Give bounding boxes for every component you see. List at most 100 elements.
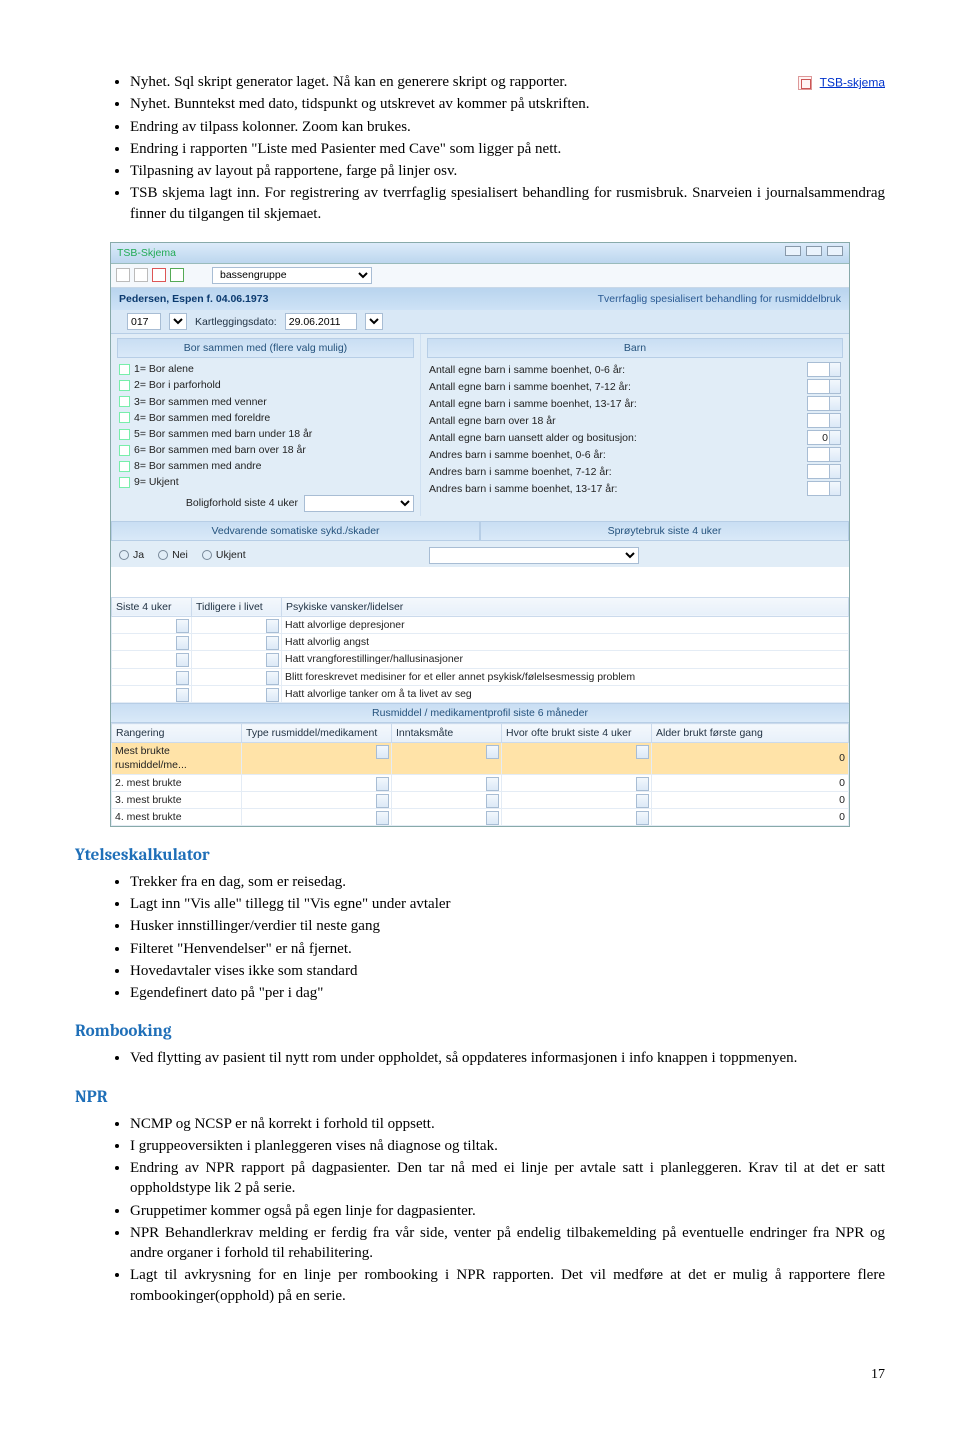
dropdown-cell[interactable] <box>392 808 502 825</box>
checkbox[interactable] <box>119 380 130 391</box>
dropdown-cell[interactable] <box>502 743 652 774</box>
checkbox[interactable] <box>119 477 130 488</box>
dropdown-cell[interactable] <box>192 668 282 685</box>
list-item: Filteret "Henvendelser" er nå fjernet. <box>130 939 885 959</box>
checkbox[interactable] <box>119 364 130 375</box>
number-stepper[interactable]: 0 <box>807 430 841 445</box>
list-item: NCMP og NCSP er nå korrekt i forhold til… <box>130 1114 885 1134</box>
dropdown-cell[interactable] <box>112 634 192 651</box>
table-row: Hatt alvorlige depresjoner <box>112 616 849 633</box>
column-header: Hvor ofte brukt siste 4 uker <box>502 724 652 743</box>
age-cell[interactable]: 0 <box>652 743 849 774</box>
form-type-label: Tverrfaglig spesialisert behandling for … <box>598 292 841 306</box>
radio[interactable] <box>119 550 129 560</box>
checkbox-label: 1= Bor alene <box>134 362 194 376</box>
mapping-date-field[interactable] <box>285 313 357 330</box>
dropdown-cell[interactable] <box>392 743 502 774</box>
checkbox[interactable] <box>119 429 130 440</box>
column-header: Inntaksmåte <box>392 724 502 743</box>
dropdown-cell[interactable] <box>112 685 192 702</box>
tsb-skjema-shortcut[interactable]: TSB-skjema <box>798 72 885 92</box>
somatic-radio-group: JaNeiUkjent <box>111 544 421 567</box>
number-stepper[interactable] <box>807 447 841 462</box>
save-icon[interactable] <box>134 268 148 282</box>
dropdown-cell[interactable] <box>112 668 192 685</box>
field-label: Antall egne barn i samme boenhet, 0-6 år… <box>429 363 625 377</box>
column-header: Alder brukt første gang <box>652 724 849 743</box>
dropdown-cell[interactable] <box>392 774 502 791</box>
ytelses-list: Trekker fra en dag, som er reisedag.Lagt… <box>75 872 885 1004</box>
dropdown-cell[interactable] <box>242 774 392 791</box>
dropdown-cell[interactable] <box>502 808 652 825</box>
age-cell[interactable]: 0 <box>652 808 849 825</box>
dropdown-cell[interactable] <box>112 616 192 633</box>
injection-select[interactable] <box>429 547 639 564</box>
checkbox-label: 3= Bor sammen med venner <box>134 395 267 409</box>
toolbar: bassengruppe <box>111 264 849 288</box>
age-cell[interactable]: 0 <box>652 774 849 791</box>
list-item: Trekker fra en dag, som er reisedag. <box>130 872 885 892</box>
dropdown-cell[interactable] <box>242 808 392 825</box>
delete-icon[interactable] <box>152 268 166 282</box>
list-item: Nyhet. Bunntekst med dato, tidspunkt og … <box>130 94 885 114</box>
section-rombooking: Rombooking <box>75 1021 885 1044</box>
mapping-date-picker[interactable] <box>365 313 383 330</box>
checkbox[interactable] <box>119 412 130 423</box>
table-row: 4. mest brukte0 <box>112 808 849 825</box>
substance-table: RangeringType rusmiddel/medikamentInntak… <box>111 723 849 826</box>
housing-select[interactable] <box>304 495 414 512</box>
dropdown-cell[interactable] <box>242 791 392 808</box>
id-select[interactable] <box>169 313 187 330</box>
field-label: Andres barn i samme boenhet, 7-12 år: <box>429 465 612 479</box>
checkbox[interactable] <box>119 396 130 407</box>
dropdown-cell[interactable] <box>192 651 282 668</box>
dropdown-cell[interactable] <box>502 774 652 791</box>
group-select[interactable]: bassengruppe <box>212 267 372 284</box>
close-icon[interactable] <box>827 246 843 256</box>
minimize-icon[interactable] <box>785 246 801 256</box>
age-cell[interactable]: 0 <box>652 791 849 808</box>
field-label: Antall egne barn i samme boenhet, 7-12 å… <box>429 380 631 394</box>
list-item: Hovedavtaler vises ikke som standard <box>130 961 885 981</box>
column-header: Type rusmiddel/medikament <box>242 724 392 743</box>
tsb-skjema-window: TSB-Skjema bassengruppe Pedersen, Espen … <box>110 242 850 827</box>
dropdown-cell[interactable] <box>392 791 502 808</box>
dropdown-cell[interactable] <box>192 616 282 633</box>
number-stepper[interactable] <box>807 481 841 496</box>
maximize-icon[interactable] <box>806 246 822 256</box>
radio[interactable] <box>202 550 212 560</box>
checkbox[interactable] <box>119 461 130 472</box>
number-stepper[interactable] <box>807 396 841 411</box>
dropdown-cell[interactable] <box>112 651 192 668</box>
id-field[interactable] <box>127 313 161 330</box>
dropdown-cell[interactable] <box>192 634 282 651</box>
list-item: Gruppetimer kommer også på egen linje fo… <box>130 1201 885 1221</box>
table-row: Hatt alvorlige tanker om å ta livet av s… <box>112 685 849 702</box>
housing-label: Boligforhold siste 4 uker <box>186 496 298 510</box>
psychiatric-table: Siste 4 ukerTidligere i livetPsykiske va… <box>111 597 849 703</box>
number-stepper[interactable] <box>807 464 841 479</box>
list-item: Lagt til avkrysning for en linje per rom… <box>130 1265 885 1306</box>
table-row: Hatt vrangforestillinger/hallusinasjoner <box>112 651 849 668</box>
living-with-header: Bor sammen med (flere valg mulig) <box>117 338 414 358</box>
table-row: Mest brukte rusmiddel/me...0 <box>112 743 849 774</box>
dropdown-cell[interactable] <box>242 743 392 774</box>
row-label: Hatt vrangforestillinger/hallusinasjoner <box>282 651 849 668</box>
list-item: Endring av NPR rapport på dagpasienter. … <box>130 1158 885 1199</box>
checkbox-label: 6= Bor sammen med barn over 18 år <box>134 443 306 457</box>
top-bullet-list: Nyhet. Sql skript generator laget. Nå ka… <box>75 72 885 224</box>
row-label: Hatt alvorlig angst <box>282 634 849 651</box>
number-stepper[interactable] <box>807 362 841 377</box>
children-header: Barn <box>427 338 843 358</box>
dropdown-cell[interactable] <box>502 791 652 808</box>
number-stepper[interactable] <box>807 413 841 428</box>
number-stepper[interactable] <box>807 379 841 394</box>
list-item: Egendefinert dato på "per i dag" <box>130 983 885 1003</box>
new-icon[interactable] <box>116 268 130 282</box>
ranking-label: 3. mest brukte <box>112 791 242 808</box>
npr-list: NCMP og NCSP er nå korrekt i forhold til… <box>75 1114 885 1306</box>
checkbox[interactable] <box>119 445 130 456</box>
dropdown-cell[interactable] <box>192 685 282 702</box>
refresh-icon[interactable] <box>170 268 184 282</box>
radio[interactable] <box>158 550 168 560</box>
